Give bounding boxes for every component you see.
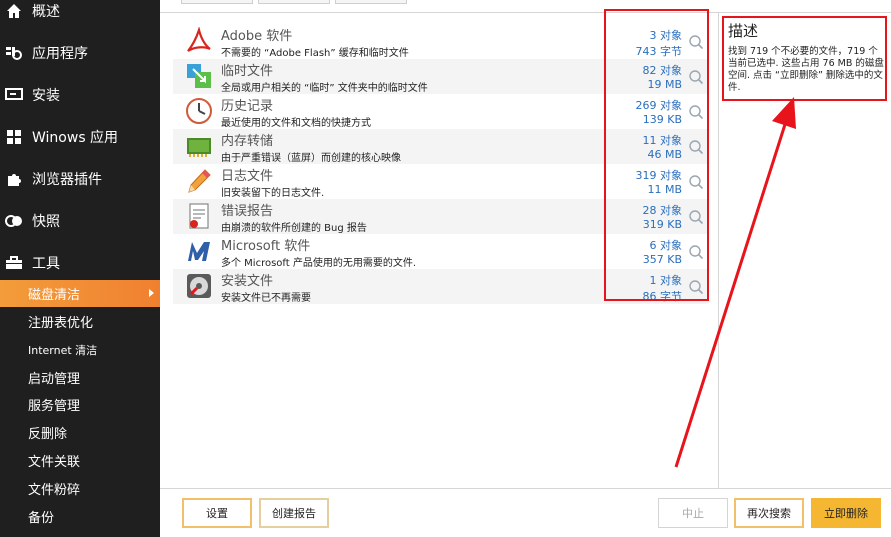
- sidebar-subitem-file-shredder[interactable]: 文件粉碎: [0, 475, 160, 502]
- item-title: 日志文件: [221, 169, 274, 184]
- delete-now-button[interactable]: 立即删除: [811, 498, 881, 528]
- sidebar-item-tools[interactable]: 工具: [0, 248, 160, 278]
- windows-icon: [4, 127, 24, 147]
- sidebar-subitem-label: 文件粉碎: [28, 483, 81, 498]
- sidebar-item-browser-plugins[interactable]: 浏览器插件: [0, 164, 160, 194]
- apps-icon: [4, 43, 24, 63]
- sidebar-item-label: 浏览器插件: [32, 172, 102, 188]
- sidebar-subitem-label: 反删除: [28, 427, 68, 442]
- memory-chip-icon: [185, 132, 213, 160]
- description-text: 找到 719 个不必要的文件，719 个当前已选中. 这些占用 76 MB 的磁…: [728, 46, 884, 93]
- settings-button[interactable]: 设置: [182, 498, 252, 528]
- item-description: 最近使用的文件和文档的快捷方式: [221, 118, 371, 129]
- disk-cleaner-window: 概述 应用程序 安装 Winows 应用 浏览器插件 快照 工具 磁盘清洁 注册…: [0, 0, 891, 537]
- sidebar-item-label: 工具: [32, 256, 60, 272]
- sidebar-item-windows-apps[interactable]: Winows 应用: [0, 122, 160, 152]
- sidebar-subitem-internet-cleaner[interactable]: Internet 清洁: [0, 336, 160, 363]
- sidebar-subitem-registry-optimizer[interactable]: 注册表优化: [0, 308, 160, 335]
- stop-button[interactable]: 中止: [658, 498, 728, 528]
- sidebar-item-install[interactable]: 安装: [0, 80, 160, 110]
- sidebar-subitem-backup[interactable]: 备份: [0, 503, 160, 530]
- clock-icon: [185, 97, 213, 125]
- sidebar-item-apps[interactable]: 应用程序: [0, 38, 160, 68]
- sidebar-subitem-service-manager[interactable]: 服务管理: [0, 391, 160, 418]
- snapshot-icon: [4, 211, 24, 231]
- sidebar-subitem-label: 文件关联: [28, 455, 81, 470]
- install-icon: [4, 85, 24, 105]
- item-title: 临时文件: [221, 64, 274, 79]
- sidebar-subitem-label: 注册表优化: [28, 316, 94, 331]
- sidebar-item-label: 概述: [32, 4, 60, 20]
- annotation-arrow-icon: [674, 97, 796, 468]
- description-title: 描述: [728, 22, 759, 40]
- item-description: 由于严重错误（蓝屏）而创建的核心映像: [221, 153, 401, 164]
- sidebar-subitem-label: 服务管理: [28, 399, 81, 414]
- top-tab[interactable]: [181, 0, 253, 4]
- divider: [160, 488, 891, 489]
- item-title: Adobe 软件: [221, 29, 293, 44]
- item-description: 旧安装留下的日志文件.: [221, 188, 325, 199]
- install-disk-icon: [185, 272, 213, 300]
- sidebar-subitem-label: 备份: [28, 511, 55, 526]
- sidebar-subitem-startup-manager[interactable]: 启动管理: [0, 364, 160, 391]
- sidebar-item-overview[interactable]: 概述: [0, 0, 160, 26]
- sidebar-item-label: 应用程序: [32, 46, 88, 62]
- item-title: 安装文件: [221, 274, 274, 289]
- adobe-icon: [185, 26, 213, 55]
- sidebar-item-snapshot[interactable]: 快照: [0, 206, 160, 236]
- sidebar-item-label: 安装: [32, 88, 60, 104]
- search-again-button[interactable]: 再次搜索: [734, 498, 804, 528]
- create-report-button[interactable]: 创建报告: [259, 498, 329, 528]
- temp-files-icon: [185, 62, 213, 90]
- item-title: 历史记录: [221, 99, 274, 114]
- item-title: 内存转储: [221, 134, 274, 149]
- item-description: 不需要的 “Adobe Flash” 缓存和临时文件: [221, 48, 409, 59]
- sidebar-subitem-label: 启动管理: [28, 372, 81, 387]
- top-tab[interactable]: [335, 0, 407, 4]
- item-description: 多个 Microsoft 产品使用的无用需要的文件.: [221, 258, 417, 269]
- item-description: 安装文件已不再需要: [221, 293, 311, 304]
- puzzle-icon: [4, 169, 24, 189]
- home-icon: [4, 1, 24, 21]
- toolbox-icon: [4, 253, 24, 273]
- item-description: 全局或用户相关的 “临时” 文件夹中的临时文件: [221, 83, 428, 94]
- sidebar-subitem-label: 磁盘清洁: [28, 288, 81, 303]
- top-tab[interactable]: [258, 0, 330, 4]
- sidebar-subitem-file-associations[interactable]: 文件关联: [0, 447, 160, 474]
- chevron-right-icon: [149, 289, 154, 297]
- sidebar-item-label: 快照: [32, 214, 60, 230]
- report-icon: [185, 202, 213, 230]
- item-title: Microsoft 软件: [221, 239, 311, 254]
- sidebar: 概述 应用程序 安装 Winows 应用 浏览器插件 快照 工具 磁盘清洁 注册…: [0, 0, 160, 537]
- item-description: 由崩溃的软件所创建的 Bug 报告: [221, 223, 367, 234]
- sidebar-item-label: Winows 应用: [32, 130, 119, 146]
- sidebar-subitem-undelete[interactable]: 反删除: [0, 419, 160, 446]
- sidebar-subitem-disk-cleaner[interactable]: 磁盘清洁: [0, 280, 160, 307]
- sidebar-subitem-label: Internet 清洁: [28, 343, 98, 357]
- pencil-icon: [185, 167, 213, 195]
- item-title: 错误报告: [221, 204, 274, 219]
- microsoft-m-icon: [185, 237, 213, 265]
